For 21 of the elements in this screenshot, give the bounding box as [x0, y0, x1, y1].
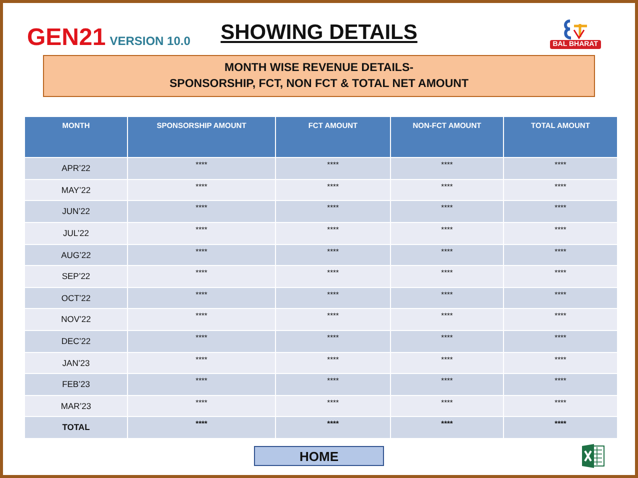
month-cell: JAN’23 — [25, 352, 127, 374]
month-cell: MAY’22 — [25, 180, 127, 200]
month-cell: OCT’22 — [25, 288, 127, 308]
month-cell: JUN’22 — [25, 201, 127, 222]
page-title: SHOWING DETAILS — [220, 21, 418, 46]
month-cell: TOTAL — [25, 417, 127, 438]
version-label: VERSION 10.0 — [110, 34, 190, 48]
month-cell: SEP’22 — [25, 266, 127, 287]
month-cell: MAR’23 — [25, 396, 127, 416]
month-cell: NOV’22 — [25, 309, 127, 330]
month-cell: DEC’22 — [25, 331, 127, 352]
month-cell: FEB’23 — [25, 374, 127, 395]
month-cell: APR’22 — [25, 158, 127, 179]
brand-name: GEN21 — [27, 24, 106, 52]
month-cell: AUG’22 — [25, 244, 127, 266]
month-cell: JUL’22 — [25, 223, 127, 244]
home-button[interactable]: HOME — [254, 446, 384, 466]
banner-text: MONTH WISE REVENUE DETAILS- — [224, 61, 414, 76]
spreadsheet-icon[interactable] — [581, 443, 605, 469]
logo-icon — [561, 18, 590, 40]
banner-text: SPONSORSHIP, FCT, NON FCT & TOTAL NET AMOUNT — [169, 77, 468, 92]
